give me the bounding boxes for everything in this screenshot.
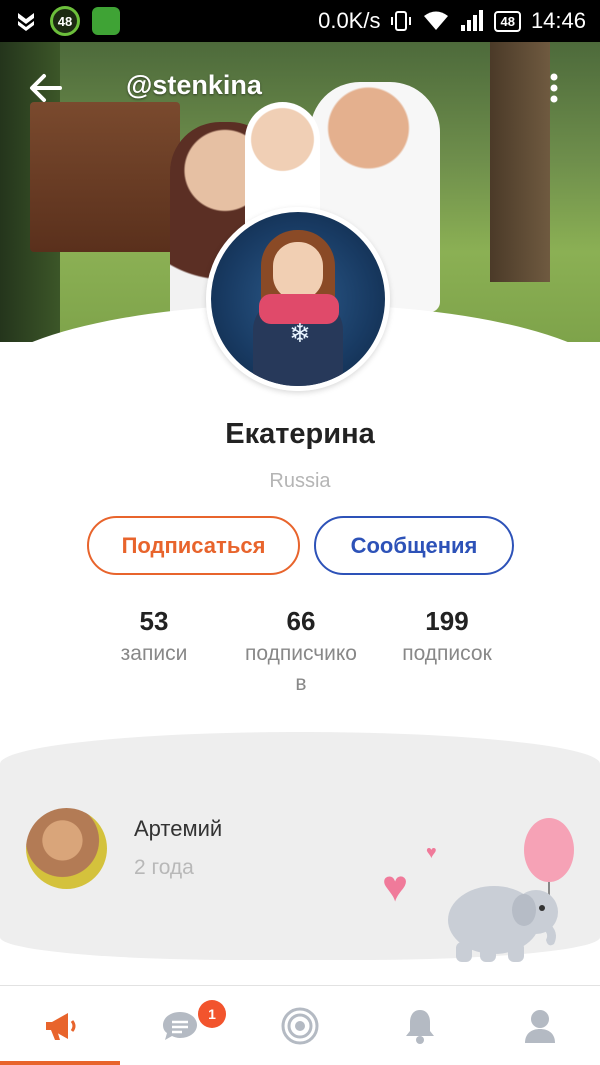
arrow-left-icon [30, 74, 62, 102]
profile-icon [525, 1010, 555, 1043]
more-options-button[interactable] [544, 70, 564, 106]
stat-following[interactable]: 199 подписок [386, 606, 508, 669]
cover-trunk [490, 42, 550, 282]
subscribe-button[interactable]: Подписаться [87, 516, 300, 575]
stat-value: 199 [425, 606, 469, 636]
bottom-nav [0, 985, 600, 1065]
nav-messages[interactable] [120, 986, 240, 1065]
heart-icon: ♥ [426, 842, 437, 862]
nav-discover[interactable] [240, 986, 360, 1065]
snowflake-icon: ❄ [289, 318, 311, 348]
megaphone-icon [46, 1013, 76, 1040]
messages-button[interactable]: Сообщения [314, 516, 514, 575]
stat-label: подписчико в [245, 642, 357, 695]
wifi-icon [422, 10, 450, 32]
lion-shield-icon [92, 7, 120, 35]
target-icon [281, 1007, 319, 1045]
signal-icon [460, 10, 484, 32]
bell-icon [406, 1010, 434, 1044]
more-vertical-icon [550, 73, 558, 103]
stat-label: записи [120, 642, 188, 665]
child-avatar[interactable] [26, 808, 107, 889]
status-bar: 48 0.0K/s 48 14:46 [0, 0, 600, 42]
stat-followers[interactable]: 66 подписчико в [226, 606, 376, 699]
chat-icon [163, 1012, 197, 1040]
avatar[interactable]: ❄ [206, 207, 390, 391]
nav-active-indicator [0, 1061, 120, 1065]
nav-feed[interactable] [0, 986, 120, 1065]
avatar-face [273, 242, 323, 300]
shield-icon [14, 9, 38, 33]
nav-profile[interactable] [480, 986, 600, 1065]
elephant-icon [448, 886, 558, 962]
stat-value: 66 [286, 606, 316, 636]
heart-icon: ♥ [382, 862, 409, 911]
profile-name: Екатерина [225, 418, 375, 450]
chat-badge: 1 [198, 1000, 226, 1028]
network-speed: 0.0K/s [318, 8, 381, 33]
child-age: 2 года [134, 856, 194, 879]
stat-label: подписок [402, 642, 492, 665]
profile-handle: @stenkina [126, 70, 262, 100]
stat-posts[interactable]: 53 записи [104, 606, 204, 669]
child-name: Артемий [134, 816, 223, 841]
nav-notifications[interactable] [360, 986, 480, 1065]
battery-icon: 48 [494, 10, 521, 32]
back-button[interactable] [26, 70, 66, 106]
profile-country: Russia [269, 470, 331, 492]
app-badge-icon: 48 [50, 6, 80, 36]
stat-value: 53 [139, 606, 169, 636]
clock: 14:46 [530, 8, 586, 33]
vibrate-icon [390, 9, 412, 33]
cover-house [30, 102, 180, 252]
